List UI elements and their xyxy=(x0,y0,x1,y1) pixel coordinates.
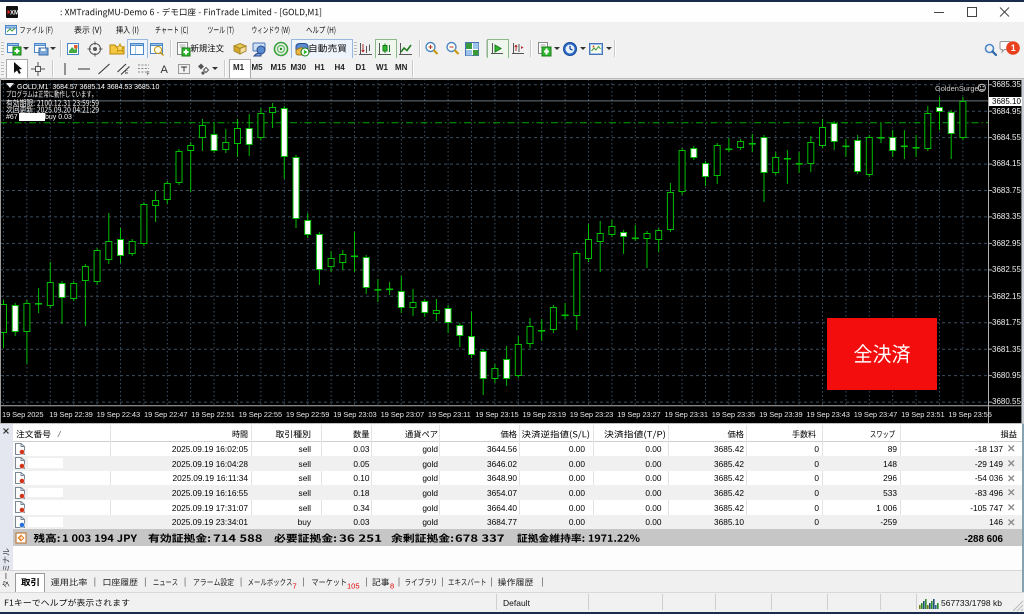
svg-text:105: 105 xyxy=(347,582,360,591)
svg-text:7: 7 xyxy=(293,582,297,591)
svg-text:8: 8 xyxy=(390,582,394,591)
